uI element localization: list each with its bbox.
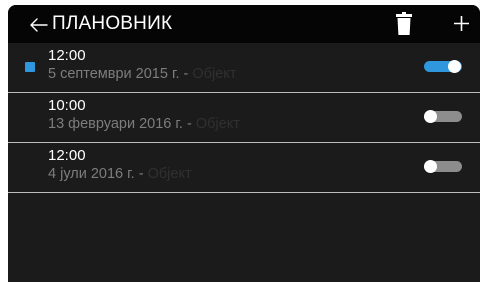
schedule-row[interactable]: 12:00 4 јули 2016 г. - Објект	[8, 143, 480, 193]
schedule-row[interactable]: 12:00 5 септември 2015 г. - Објект	[8, 43, 480, 93]
toggle-knob	[448, 60, 461, 73]
schedule-object: Објект	[195, 116, 240, 132]
toggle-knob	[424, 160, 437, 173]
schedule-object: Објект	[192, 66, 237, 82]
schedule-separator: -	[186, 116, 192, 132]
schedule-separator: -	[138, 166, 144, 182]
schedule-toggle[interactable]	[424, 110, 462, 123]
schedule-date: 4 јули 2016 г.	[48, 166, 135, 182]
schedule-date: 5 септември 2015 г.	[48, 66, 180, 82]
trash-icon	[396, 12, 412, 35]
selection-marker	[25, 62, 35, 72]
top-bar: ПЛАНОВНИК	[8, 5, 480, 43]
schedule-time: 12:00	[48, 47, 86, 64]
schedule-toggle[interactable]	[424, 60, 462, 73]
schedule-separator: -	[183, 66, 189, 82]
schedule-time: 12:00	[48, 147, 86, 164]
scheduler-screen: ПЛАНОВНИК 12:00 5 септември 2015 г. - Об…	[8, 5, 480, 282]
schedule-subtitle: 4 јули 2016 г. - Објект	[48, 166, 192, 182]
schedule-time: 10:00	[48, 97, 86, 114]
schedule-subtitle: 13 февруари 2016 г. - Објект	[48, 116, 240, 132]
toggle-knob	[424, 110, 437, 123]
back-arrow-icon	[30, 18, 48, 32]
page-title: ПЛАНОВНИК	[52, 13, 173, 34]
schedule-row[interactable]: 10:00 13 февруари 2016 г. - Објект	[8, 93, 480, 143]
schedule-list: 12:00 5 септември 2015 г. - Објект 10:00…	[8, 43, 480, 193]
schedule-subtitle: 5 септември 2015 г. - Објект	[48, 66, 236, 82]
plus-icon	[454, 16, 469, 31]
back-button[interactable]	[8, 5, 54, 43]
add-button[interactable]	[449, 10, 475, 38]
schedule-object: Објект	[147, 166, 192, 182]
schedule-toggle[interactable]	[424, 160, 462, 173]
schedule-date: 13 февруари 2016 г.	[48, 116, 183, 132]
delete-button[interactable]	[391, 10, 417, 38]
